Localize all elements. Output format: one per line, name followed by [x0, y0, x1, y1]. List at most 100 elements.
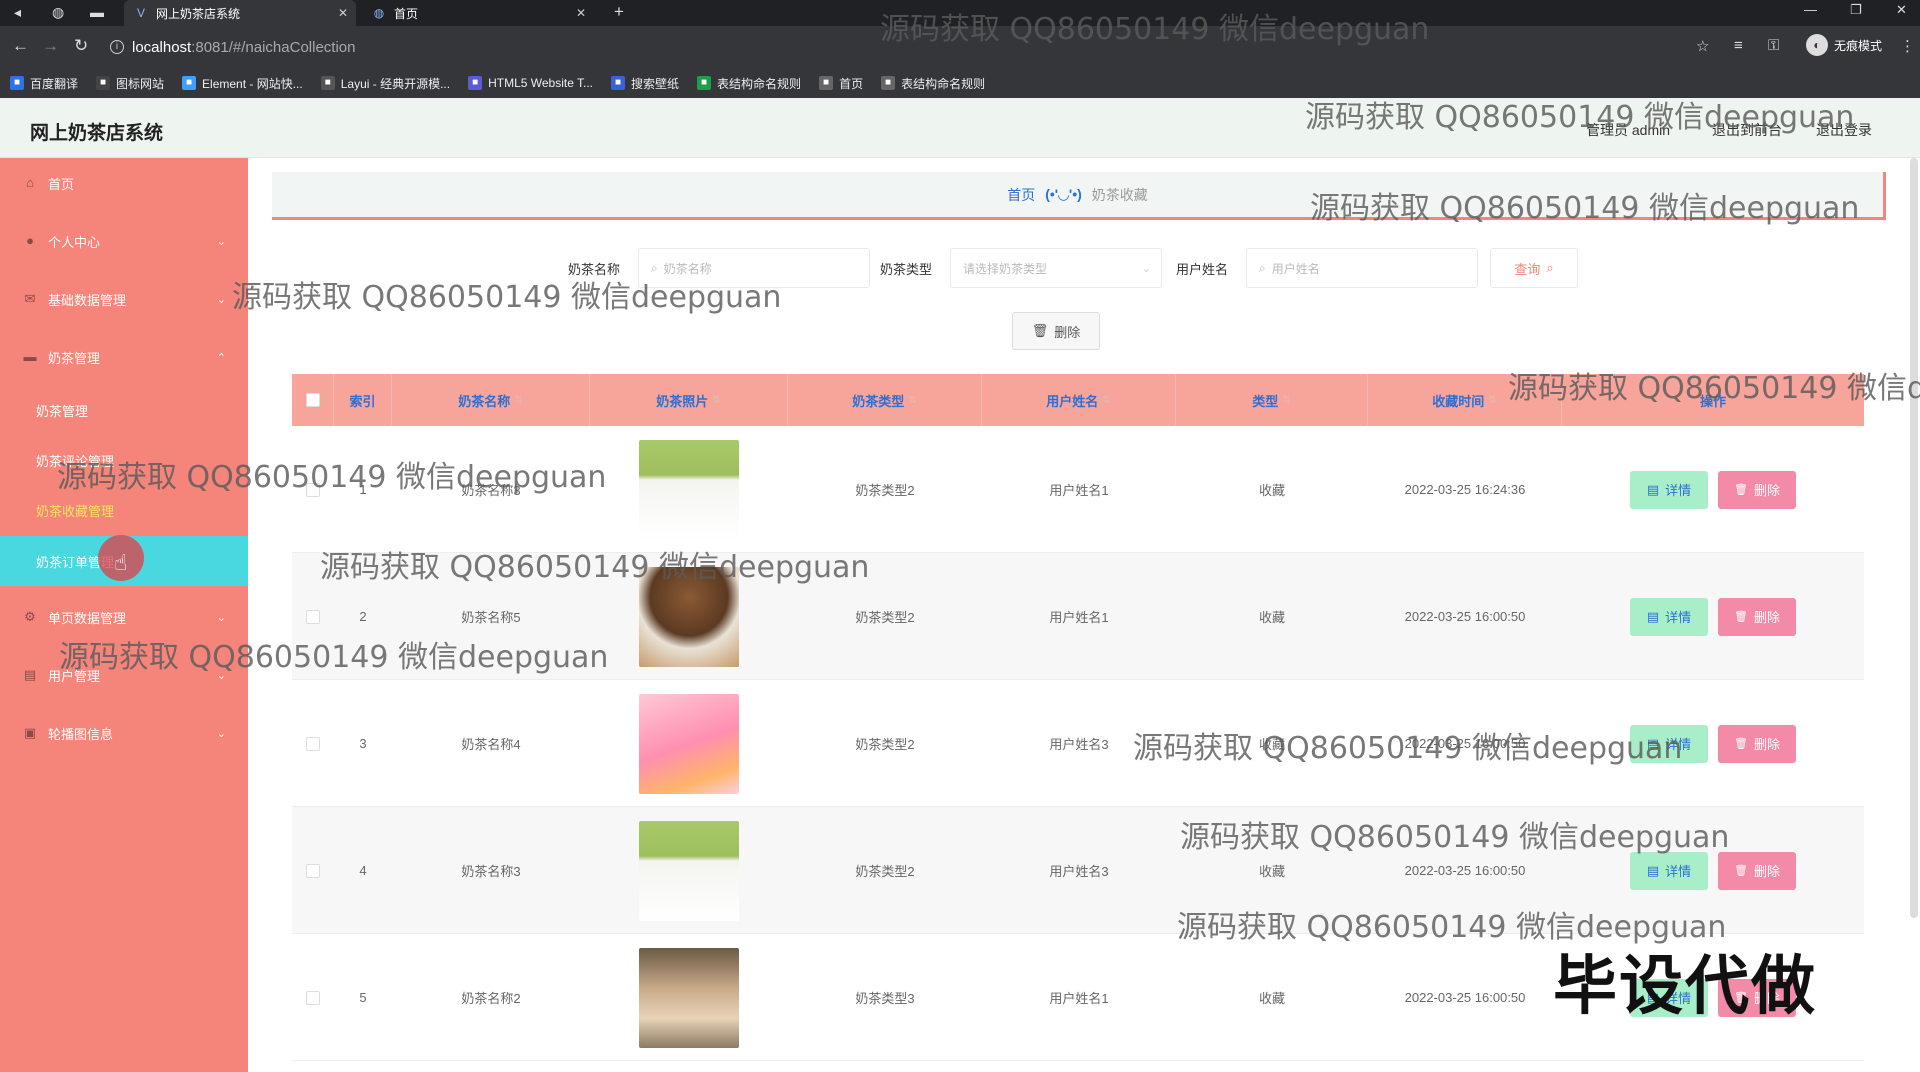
- sidebar-item-label: 单页数据管理: [48, 610, 127, 626]
- delete-button[interactable]: 🗑 删除: [1718, 470, 1796, 509]
- key-icon[interactable]: ⚿: [1768, 37, 1779, 54]
- globe-icon: ◍: [52, 4, 65, 20]
- breadcrumb-home[interactable]: 首页: [1007, 185, 1035, 205]
- milktea-photo: [639, 820, 739, 921]
- detail-button[interactable]: ▤ 详情: [1630, 851, 1708, 890]
- sidebar-subitem-milktea-manage[interactable]: 奶茶管理: [0, 386, 248, 434]
- close-window-icon[interactable]: ✕: [1896, 2, 1907, 18]
- name-text: 奶茶名称3: [461, 483, 521, 498]
- user-search-input[interactable]: ⌕ 用户姓名: [1246, 248, 1478, 288]
- column-header-time[interactable]: 收藏时间 ⇅: [1368, 374, 1562, 426]
- reading-list-icon[interactable]: ≡: [1734, 37, 1743, 54]
- column-header-kind[interactable]: 类型 ⇅: [1176, 374, 1368, 426]
- sort-icon[interactable]: ⇅: [1282, 395, 1290, 406]
- sort-icon[interactable]: ⇅: [1102, 395, 1110, 406]
- column-header-label: 索引: [349, 393, 376, 409]
- bookmark-item[interactable]: ■ Element - 网站快...: [182, 75, 303, 92]
- type-text: 奶茶类型2: [855, 610, 915, 625]
- tab-main[interactable]: V 网上奶茶店系统 ✕: [124, 0, 356, 26]
- bookmark-item[interactable]: ■ HTML5 Website T...: [468, 76, 593, 90]
- sidebar-item-base-data[interactable]: ✉ 基础数据管理 ⌄: [0, 274, 248, 324]
- type-label: 奶茶类型: [880, 262, 933, 277]
- sidebar: ⌂ 首页 ● 个人中心 ⌄ ✉ 基础数据管理 ⌄ ▬ 奶茶管理 ⌃ 奶茶管理 奶…: [0, 158, 248, 1072]
- bookmark-item[interactable]: ■ Layui - 经典开源模...: [320, 75, 450, 92]
- bookmark-item[interactable]: ■ 表结构命名规则: [697, 75, 801, 92]
- type-select[interactable]: 请选择奶茶类型 ⌄: [950, 248, 1162, 288]
- back-history-icon[interactable]: ◂: [14, 4, 21, 21]
- back-icon[interactable]: ←: [12, 36, 29, 56]
- column-header-name[interactable]: 奶茶名称 ⇅: [392, 374, 590, 426]
- kind-text: 收藏: [1258, 991, 1285, 1006]
- delete-button[interactable]: 🗑 删除: [1718, 851, 1796, 890]
- sidebar-subitem-label: 奶茶评论管理: [36, 453, 115, 469]
- sort-icon[interactable]: ⇅: [1488, 395, 1496, 406]
- sidebar-item-single-page[interactable]: ⚙ 单页数据管理 ⌄: [0, 592, 248, 642]
- name-search-input[interactable]: ⌕ 奶茶名称: [638, 248, 870, 288]
- star-icon[interactable]: ☆: [1696, 37, 1709, 55]
- bookmark-item[interactable]: ■ 表结构命名规则: [881, 75, 985, 92]
- user-text: 用户姓名1: [1049, 991, 1109, 1006]
- detail-button[interactable]: ▤ 详情: [1630, 597, 1708, 636]
- name-cell: 奶茶名称4: [392, 680, 590, 807]
- restore-icon[interactable]: ❐: [1850, 2, 1862, 18]
- column-header-label: 奶茶类型: [852, 393, 905, 409]
- incognito-indicator[interactable]: ◐ 无痕模式: [1805, 34, 1882, 56]
- bookmark-item[interactable]: ■ 搜索壁纸: [611, 75, 679, 92]
- row-checkbox[interactable]: [306, 736, 320, 751]
- sort-icon[interactable]: ⇅: [908, 395, 916, 406]
- detail-button[interactable]: ▤ 详情: [1630, 470, 1708, 509]
- bookmark-item[interactable]: ■ 首页: [819, 75, 863, 92]
- sidebar-item-carousel[interactable]: ▣ 轮播图信息 ⌄: [0, 708, 248, 758]
- forward-icon[interactable]: →: [42, 36, 59, 56]
- sidebar-subitem-label: 奶茶管理: [36, 403, 89, 419]
- sidebar-item-profile[interactable]: ● 个人中心 ⌄: [0, 216, 248, 266]
- batch-delete-button[interactable]: 🗑 删除: [1012, 312, 1100, 350]
- index-cell: 2: [334, 553, 392, 680]
- sort-icon[interactable]: ⇅: [514, 395, 522, 406]
- sort-icon[interactable]: ⇅: [712, 395, 720, 406]
- bookmark-item[interactable]: ■ 图标网站: [96, 75, 164, 92]
- minimize-icon[interactable]: —: [1804, 2, 1817, 17]
- column-header-type[interactable]: 奶茶类型 ⇅: [788, 374, 982, 426]
- tab-home[interactable]: ◍ 首页 ✕: [362, 0, 594, 26]
- row-checkbox[interactable]: [306, 482, 320, 497]
- new-tab-icon[interactable]: +: [614, 2, 624, 22]
- bookmark-item[interactable]: ■ 百度翻译: [10, 75, 78, 92]
- delete-label: 删除: [1753, 864, 1780, 879]
- row-checkbox[interactable]: [306, 990, 320, 1005]
- name-placeholder: 奶茶名称: [663, 261, 712, 276]
- sidebar-item-milktea[interactable]: ▬ 奶茶管理 ⌃: [0, 332, 248, 382]
- sidebar-item-home[interactable]: ⌂ 首页: [0, 158, 248, 208]
- sidebar-subitem-collection-manage[interactable]: 奶茶收藏管理: [0, 486, 248, 534]
- delete-button[interactable]: 🗑 删除: [1718, 597, 1796, 636]
- page-scrollbar[interactable]: [1910, 158, 1918, 918]
- select-all-checkbox[interactable]: [305, 393, 320, 407]
- url-host: localhost: [132, 38, 192, 56]
- window-icon[interactable]: ▬: [90, 4, 104, 20]
- close-icon[interactable]: ✕: [338, 6, 348, 20]
- column-header-index[interactable]: 索引: [334, 374, 392, 426]
- bookmark-icon: ■: [881, 76, 896, 90]
- sidebar-item-label: 用户管理: [48, 668, 101, 684]
- bookmark-label: 图标网站: [116, 76, 165, 91]
- actions-cell: ▤ 详情 🗑 删除: [1562, 553, 1864, 680]
- logout-link[interactable]: 退出登录: [1816, 120, 1872, 140]
- sidebar-item-users[interactable]: ▤ 用户管理 ⌄: [0, 650, 248, 700]
- detail-button[interactable]: ▤ 详情: [1630, 724, 1708, 763]
- info-icon[interactable]: i: [110, 40, 124, 54]
- delete-button[interactable]: 🗑 删除: [1718, 724, 1796, 763]
- column-header-photo[interactable]: 奶茶照片 ⇅: [590, 374, 788, 426]
- reload-icon[interactable]: ↻: [74, 36, 88, 56]
- url-field[interactable]: i localhost:8081/#/naichaCollection: [110, 35, 1670, 59]
- close-icon[interactable]: ✕: [576, 6, 586, 20]
- front-link[interactable]: 退出到前台: [1712, 120, 1782, 140]
- sidebar-subitem-comment-manage[interactable]: 奶茶评论管理: [0, 436, 248, 484]
- column-header-user[interactable]: 用户姓名 ⇅: [982, 374, 1176, 426]
- column-header-label: 奶茶名称: [458, 393, 511, 409]
- query-button[interactable]: 查询 ⌕: [1490, 248, 1578, 288]
- menu-dots-icon[interactable]: ⋮: [1900, 37, 1915, 55]
- row-checkbox[interactable]: [306, 863, 320, 878]
- time-text: 2022-03-25 16:24:36: [1404, 482, 1526, 497]
- row-checkbox[interactable]: [306, 609, 320, 624]
- chevron-down-icon: ⌄: [216, 669, 226, 682]
